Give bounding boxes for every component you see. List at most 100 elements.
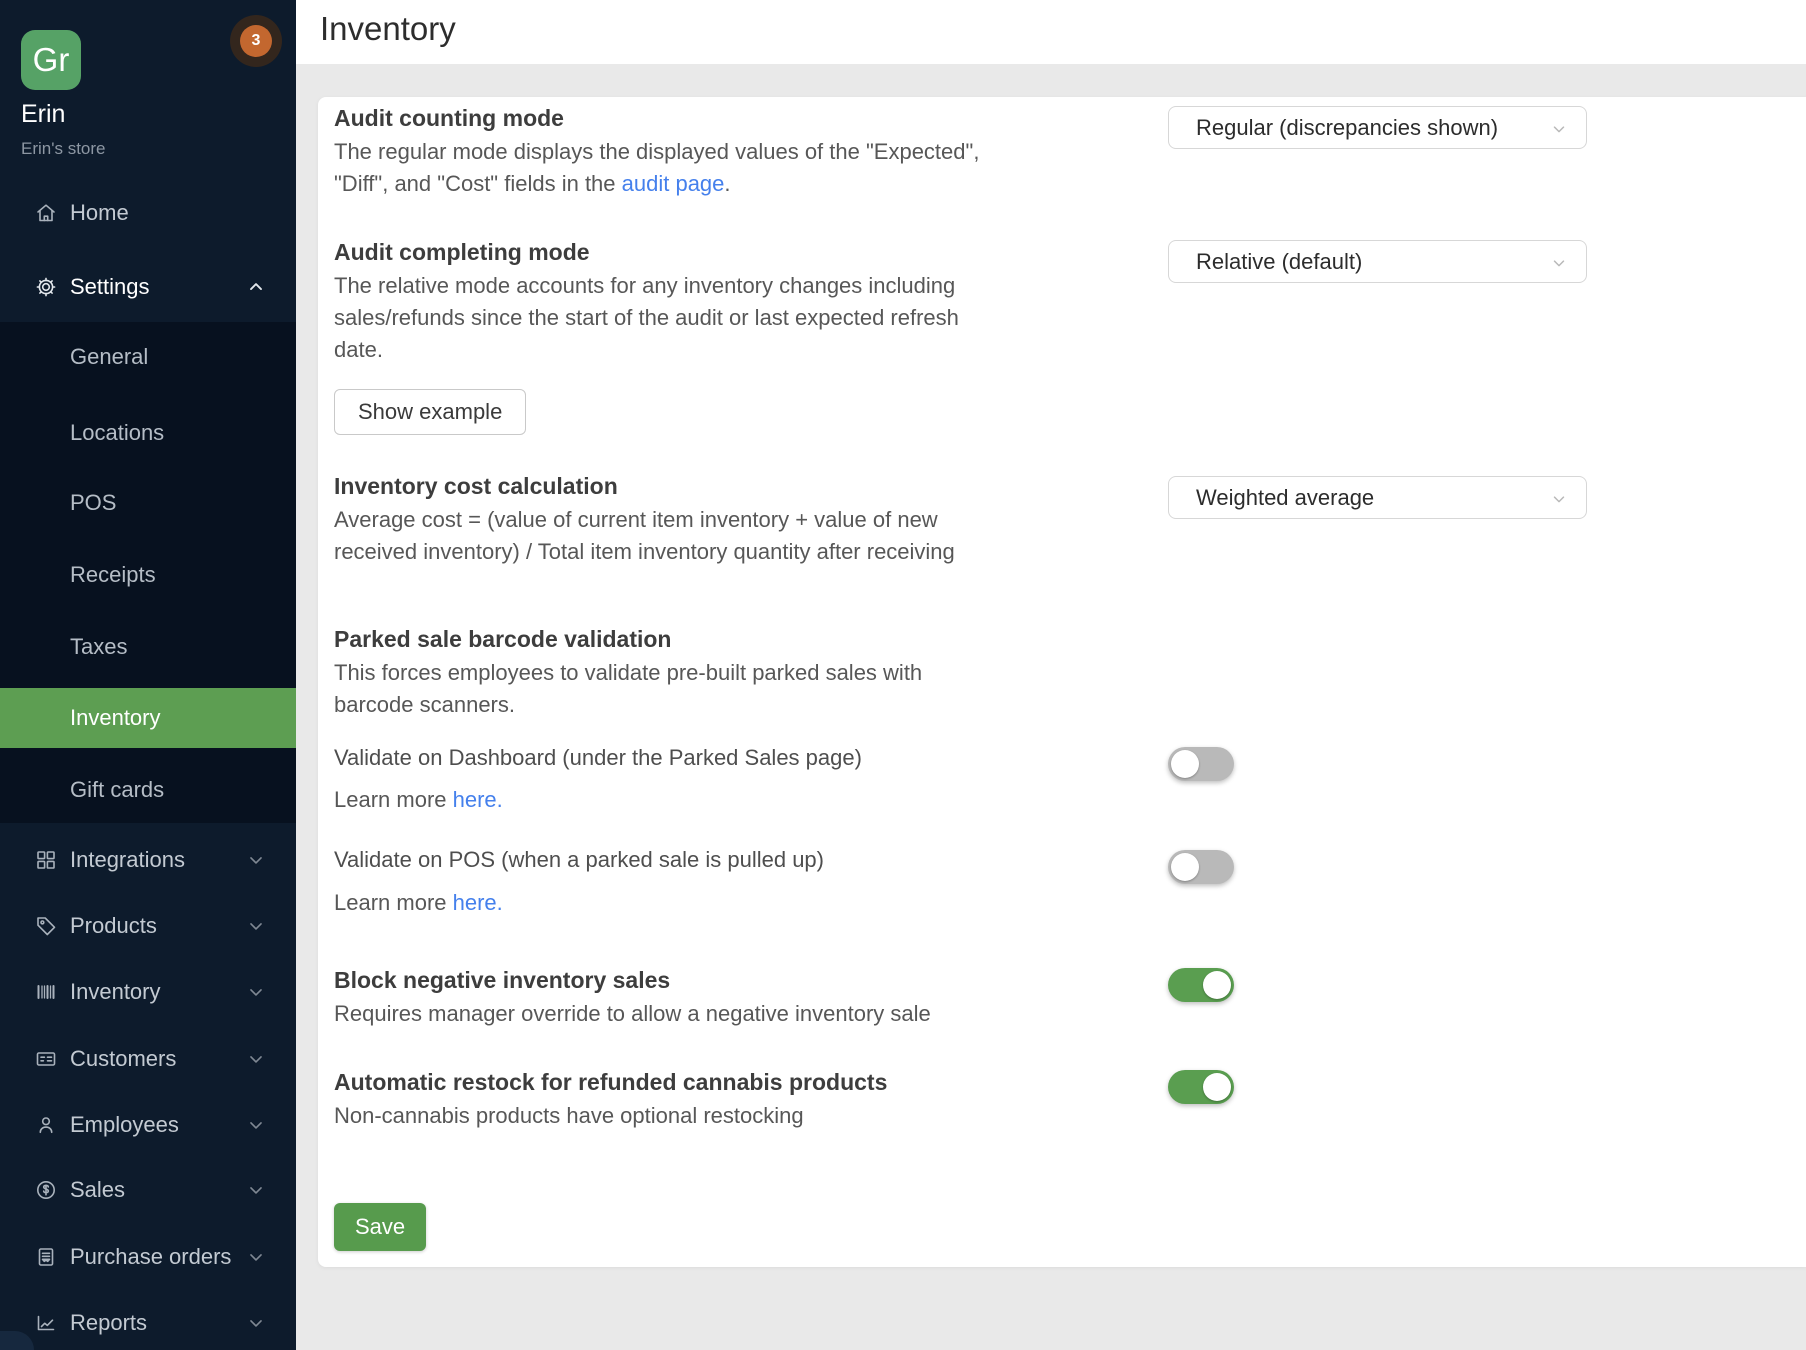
app-logo[interactable]: Gr (21, 30, 81, 90)
sidebar-item-label: Sales (70, 1177, 125, 1203)
chevron-down-icon (246, 1313, 266, 1333)
section-title: Parked sale barcode validation (334, 624, 922, 654)
sidebar-item-sales[interactable]: Sales (0, 1170, 296, 1210)
submenu-item-label: Gift cards (70, 777, 164, 803)
submenu-item-label: Taxes (70, 634, 127, 660)
sidebar-item-purchase-orders[interactable]: Purchase orders (0, 1237, 296, 1277)
section-description: Average cost = (value of current item in… (334, 504, 955, 568)
description-text: . (724, 171, 730, 196)
sidebar-item-label: Customers (70, 1046, 176, 1072)
section-title: Audit completing mode (334, 237, 959, 267)
toggle-knob (1171, 853, 1199, 881)
section-inventory-cost: Inventory cost calculation Average cost … (334, 471, 955, 568)
validate-dashboard-learn-more: Learn more here. (334, 787, 503, 813)
store-name: Erin's store (21, 139, 106, 159)
section-description: This forces employees to validate pre-bu… (334, 657, 922, 721)
notification-badge-halo: 3 (230, 15, 282, 67)
learn-more-text: Learn more (334, 890, 453, 915)
chevron-down-icon (246, 1247, 266, 1267)
submenu-item-label: Inventory (70, 705, 161, 731)
inventory-settings-card: Audit counting mode The regular mode dis… (318, 97, 1806, 1267)
validate-dashboard-label: Validate on Dashboard (under the Parked … (334, 745, 862, 771)
document-icon (34, 1245, 58, 1269)
sidebar-item-employees[interactable]: Employees (0, 1105, 296, 1145)
sidebar-item-label: Reports (70, 1310, 147, 1336)
grid-icon (34, 848, 58, 872)
section-auto-restock: Automatic restock for refunded cannabis … (334, 1067, 887, 1132)
sidebar-item-label: Purchase orders (70, 1244, 231, 1270)
submenu-item-taxes[interactable]: Taxes (0, 627, 296, 667)
home-icon (34, 201, 58, 225)
chevron-down-icon (246, 982, 266, 1002)
learn-more-link[interactable]: here. (453, 787, 503, 812)
sidebar-item-label: Employees (70, 1112, 179, 1138)
barcode-icon (34, 980, 58, 1004)
notification-count: 3 (252, 32, 261, 50)
section-block-negative: Block negative inventory sales Requires … (334, 965, 931, 1030)
submenu-item-label: POS (70, 490, 116, 516)
sidebar-item-integrations[interactable]: Integrations (0, 840, 296, 880)
chevron-down-icon (246, 1049, 266, 1069)
sidebar-item-reports[interactable]: Reports (0, 1303, 296, 1343)
audit-page-link[interactable]: audit page (622, 171, 725, 196)
toggle-knob (1171, 750, 1199, 778)
chevron-down-icon (1550, 120, 1568, 138)
tag-icon (34, 914, 58, 938)
sidebar-item-products[interactable]: Products (0, 906, 296, 946)
dollar-circle-icon (34, 1178, 58, 1202)
audit-completing-mode-dropdown[interactable]: Relative (default) (1168, 240, 1587, 283)
submenu-item-label: Locations (70, 420, 164, 446)
inventory-cost-dropdown[interactable]: Weighted average (1168, 476, 1587, 519)
submenu-item-gift-cards[interactable]: Gift cards (0, 770, 296, 810)
id-card-icon (34, 1047, 58, 1071)
user-name: Erin (21, 100, 65, 129)
chevron-down-icon (1550, 490, 1568, 508)
learn-more-link[interactable]: here. (453, 890, 503, 915)
section-description: Non-cannabis products have optional rest… (334, 1100, 887, 1132)
sidebar: Gr 3 Erin Erin's store Home Settings Gen… (0, 0, 296, 1350)
dropdown-value: Regular (discrepancies shown) (1196, 115, 1498, 141)
toggle-knob (1203, 1073, 1231, 1101)
toggle-knob (1203, 971, 1231, 999)
submenu-item-receipts[interactable]: Receipts (0, 555, 296, 595)
chevron-down-icon (246, 1180, 266, 1200)
sidebar-item-home[interactable]: Home (0, 193, 296, 233)
block-negative-toggle[interactable] (1168, 968, 1234, 1002)
validate-pos-toggle[interactable] (1168, 850, 1234, 884)
section-description: The relative mode accounts for any inven… (334, 270, 959, 366)
sidebar-item-label: Settings (70, 274, 150, 300)
sidebar-item-label: Products (70, 913, 157, 939)
notification-badge[interactable]: 3 (240, 25, 272, 57)
section-description: Requires manager override to allow a neg… (334, 998, 931, 1030)
sidebar-item-settings[interactable]: Settings (0, 267, 296, 307)
page-title: Inventory (320, 10, 456, 48)
app-logo-text: Gr (33, 41, 70, 79)
sidebar-item-customers[interactable]: Customers (0, 1039, 296, 1079)
validate-dashboard-toggle[interactable] (1168, 747, 1234, 781)
gear-icon (34, 275, 58, 299)
page-header: Inventory (296, 0, 1806, 64)
submenu-item-inventory[interactable]: Inventory (0, 688, 296, 748)
section-title: Inventory cost calculation (334, 471, 955, 501)
show-example-button[interactable]: Show example (334, 389, 526, 435)
sidebar-item-label: Integrations (70, 847, 185, 873)
section-title: Block negative inventory sales (334, 965, 931, 995)
audit-counting-mode-dropdown[interactable]: Regular (discrepancies shown) (1168, 106, 1587, 149)
chart-line-icon (34, 1311, 58, 1335)
sidebar-item-inventory[interactable]: Inventory (0, 972, 296, 1012)
person-icon (34, 1113, 58, 1137)
submenu-item-general[interactable]: General (0, 337, 296, 377)
sidebar-item-label: Inventory (70, 979, 161, 1005)
submenu-item-locations[interactable]: Locations (0, 413, 296, 453)
validate-pos-label: Validate on POS (when a parked sale is p… (334, 847, 824, 873)
chevron-down-icon (246, 916, 266, 936)
dropdown-value: Weighted average (1196, 485, 1374, 511)
save-button[interactable]: Save (334, 1203, 426, 1251)
chevron-down-icon (1550, 254, 1568, 272)
validate-pos-learn-more: Learn more here. (334, 890, 503, 916)
learn-more-text: Learn more (334, 787, 453, 812)
auto-restock-toggle[interactable] (1168, 1070, 1234, 1104)
chevron-up-icon (246, 277, 266, 297)
submenu-item-pos[interactable]: POS (0, 483, 296, 523)
dropdown-value: Relative (default) (1196, 249, 1362, 275)
